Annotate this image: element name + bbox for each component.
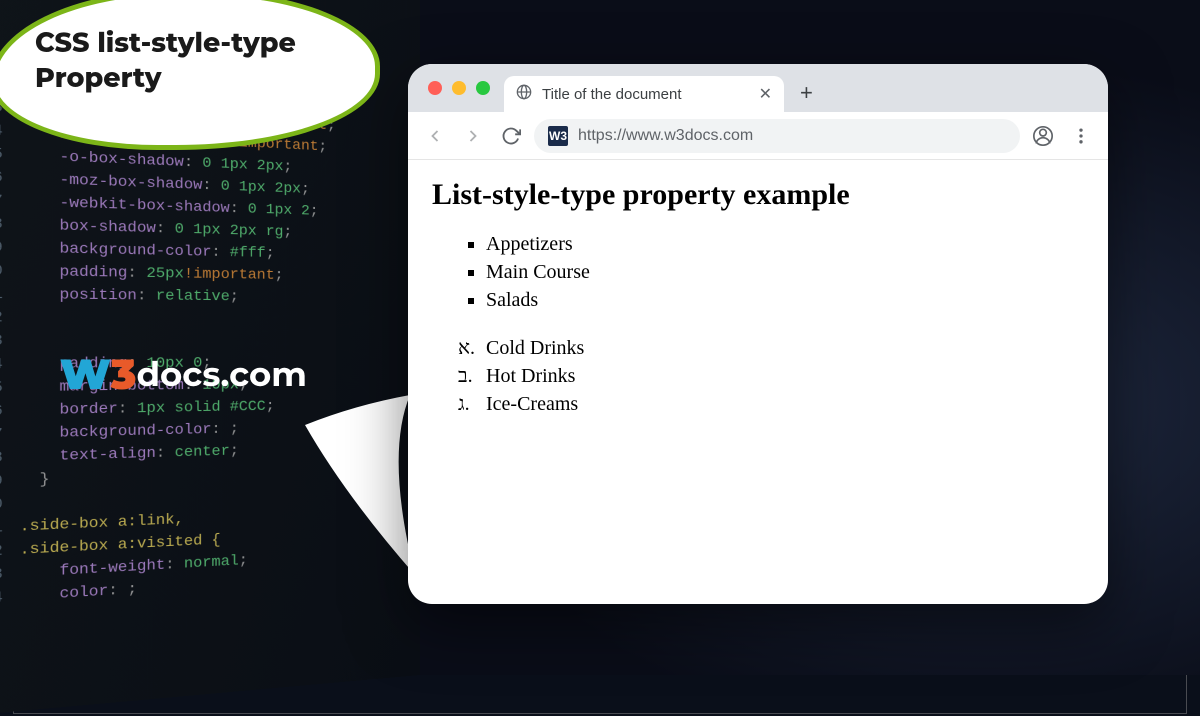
window-maximize-icon[interactable] xyxy=(476,81,490,95)
back-button[interactable] xyxy=(420,121,450,151)
address-bar[interactable]: W3 https://www.w3docs.com xyxy=(534,119,1020,153)
list-item: Main Course xyxy=(486,258,1084,286)
tab-strip: Title of the document ✕ + xyxy=(408,64,1108,112)
list-item: Hot Drinks xyxy=(486,362,1084,390)
list-item: Cold Drinks xyxy=(486,334,1084,362)
page-title: CSS list-style-type Property xyxy=(35,25,345,95)
tab-close-icon[interactable]: ✕ xyxy=(759,84,772,104)
favicon-icon: W3 xyxy=(548,126,568,146)
browser-window: Title of the document ✕ + W3 https://www… xyxy=(408,64,1108,604)
list-item: Salads xyxy=(486,286,1084,314)
new-tab-button[interactable]: + xyxy=(792,80,821,112)
list-item: Appetizers xyxy=(486,230,1084,258)
w3docs-logo: W3docs.com xyxy=(60,348,307,400)
profile-button[interactable] xyxy=(1028,121,1058,151)
forward-button[interactable] xyxy=(458,121,488,151)
square-list: AppetizersMain CourseSalads xyxy=(486,230,1084,314)
window-close-icon[interactable] xyxy=(428,81,442,95)
logo-docs: docs xyxy=(136,353,220,395)
reload-button[interactable] xyxy=(496,121,526,151)
url-text: https://www.w3docs.com xyxy=(578,127,1006,145)
window-minimize-icon[interactable] xyxy=(452,81,466,95)
browser-toolbar: W3 https://www.w3docs.com xyxy=(408,112,1108,160)
content-heading: List-style-type property example xyxy=(432,178,1084,212)
window-controls xyxy=(420,64,496,112)
logo-w: W xyxy=(60,348,111,400)
logo-dotcom: .com xyxy=(220,353,306,395)
globe-icon xyxy=(516,84,532,105)
tab-title: Title of the document xyxy=(542,86,749,103)
hebrew-list: Cold DrinksHot DrinksIce-Creams xyxy=(486,334,1084,418)
browser-tab[interactable]: Title of the document ✕ xyxy=(504,76,784,112)
code-line: 242 xyxy=(0,307,420,331)
logo-3: 3 xyxy=(111,348,137,400)
page-content: List-style-type property example Appetiz… xyxy=(408,160,1108,436)
menu-button[interactable] xyxy=(1066,121,1096,151)
list-item: Ice-Creams xyxy=(486,390,1084,418)
